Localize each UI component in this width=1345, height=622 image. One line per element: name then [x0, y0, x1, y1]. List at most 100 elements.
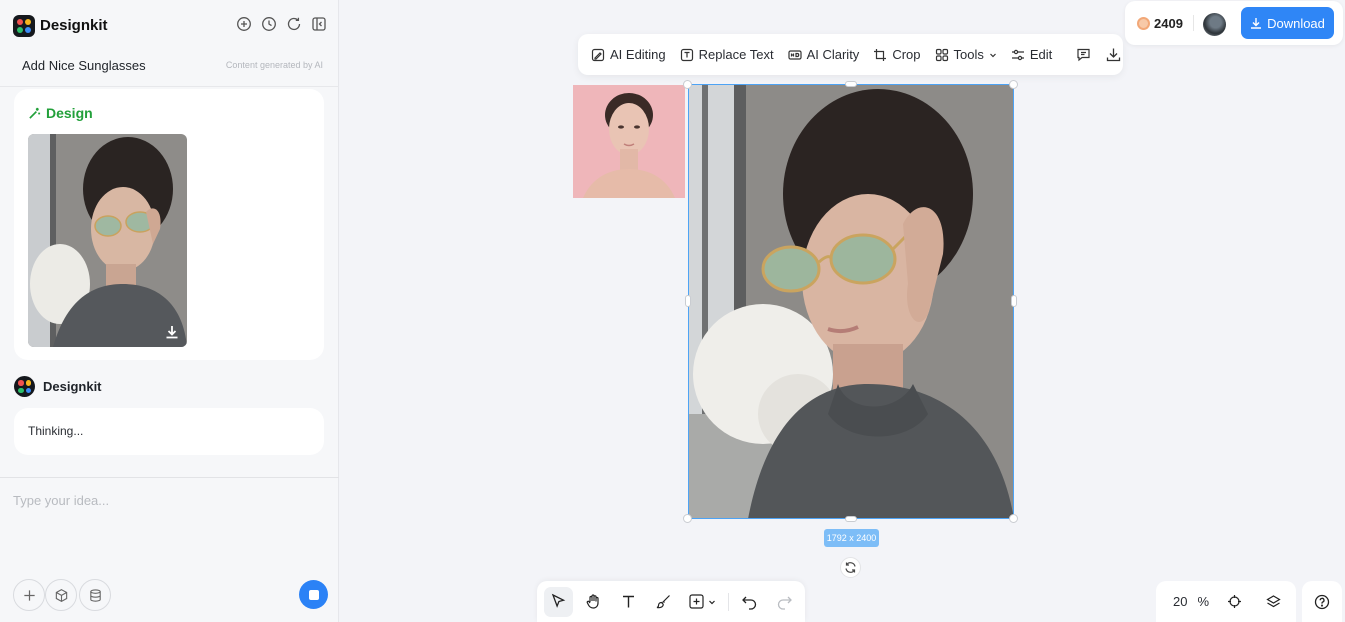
credits-display[interactable]: 2409 [1137, 16, 1183, 31]
resize-handle-top[interactable] [845, 81, 857, 87]
design-header: Design [28, 105, 93, 121]
add-icon [23, 589, 35, 601]
designkit-logo [13, 15, 35, 37]
download-button[interactable]: Download [1241, 7, 1334, 39]
brush-icon [656, 595, 670, 609]
refresh-icon[interactable] [286, 16, 302, 32]
crop-icon [874, 48, 887, 61]
brush-tool[interactable] [649, 587, 678, 617]
tb-label: Tools [953, 47, 984, 62]
idea-input[interactable] [13, 490, 323, 510]
grid-icon [935, 48, 948, 61]
text-tool[interactable] [614, 587, 643, 617]
download-thumbnail-icon[interactable] [163, 323, 181, 341]
add-circle-icon[interactable] [236, 16, 252, 32]
chevron-down-icon [708, 600, 715, 604]
hd-icon [787, 49, 802, 60]
edit-button[interactable]: Edit [1011, 47, 1052, 62]
add-shape-dropdown[interactable] [684, 587, 721, 617]
ai-editing-button[interactable]: AI Editing [591, 47, 666, 62]
resize-handle-top-left[interactable] [683, 80, 692, 89]
chat-panel: Designkit Add Nice Sunglasses Content ge… [0, 0, 339, 622]
hand-icon [586, 594, 599, 609]
add-attachment-button[interactable] [13, 579, 45, 611]
collapse-panel-icon[interactable] [311, 16, 327, 32]
account-bar: 2409 Download [1125, 1, 1343, 45]
design-thumbnail[interactable] [28, 134, 187, 347]
add-shape-icon [689, 594, 704, 609]
download-label: Download [1267, 15, 1325, 31]
resize-handle-left[interactable] [685, 295, 691, 307]
rotate-icon [845, 562, 856, 573]
layers-button[interactable] [1265, 593, 1282, 610]
comment-icon [1077, 48, 1090, 62]
resize-handle-right[interactable] [1011, 295, 1017, 307]
history-icon[interactable] [261, 16, 277, 32]
agent-avatar [14, 376, 35, 397]
redo-button[interactable] [770, 587, 799, 617]
zoom-value[interactable]: 20 [1173, 594, 1187, 609]
model-button[interactable] [45, 579, 77, 611]
panel-header: Designkit [0, 0, 339, 52]
sliders-icon [1011, 49, 1024, 60]
ai-edit-icon [591, 48, 605, 61]
resize-handle-bottom-right[interactable] [1009, 514, 1018, 523]
assets-button[interactable] [79, 579, 111, 611]
user-avatar[interactable] [1203, 13, 1226, 36]
agent-status-message: Thinking... [14, 408, 324, 455]
tb-label: Replace Text [698, 47, 774, 62]
zoom-unit: % [1197, 594, 1210, 609]
resize-handle-top-right[interactable] [1009, 80, 1018, 89]
ai-generated-note: Content generated by AI [225, 60, 323, 70]
zoom-control: 20 % [1156, 581, 1296, 622]
tb-label: Crop [892, 47, 921, 62]
chevron-down-icon [989, 53, 996, 57]
undo-icon [742, 596, 757, 610]
tools-dropdown[interactable]: Tools [935, 47, 997, 62]
download-image-button[interactable] [1106, 47, 1121, 63]
canvas-tools [537, 581, 805, 622]
generated-image[interactable] [688, 84, 1014, 519]
credits-count: 2409 [1154, 16, 1183, 31]
undo-button[interactable] [735, 587, 764, 617]
brand-name: Designkit [40, 17, 108, 34]
text-icon [622, 595, 634, 608]
divider [0, 477, 339, 478]
chat-title: Add Nice Sunglasses [22, 58, 146, 73]
divider [1193, 15, 1194, 31]
credits-coin-icon [1137, 17, 1150, 30]
tb-label: AI Clarity [806, 47, 860, 62]
tb-label: AI Editing [610, 47, 666, 62]
source-image[interactable] [573, 85, 685, 198]
image-toolbar: AI Editing Replace Text AI Clarity Crop … [578, 34, 1123, 75]
stop-icon [308, 589, 319, 600]
replace-text-icon [680, 48, 693, 61]
crop-button[interactable]: Crop [873, 47, 921, 62]
resize-handle-bottom-left[interactable] [683, 514, 692, 523]
tb-label: Edit [1029, 47, 1053, 62]
redo-icon [777, 596, 792, 610]
layers-icon [1266, 595, 1281, 608]
cube-icon [55, 588, 67, 602]
design-label: Design [46, 105, 93, 121]
agent-row: Designkit [14, 376, 102, 397]
replace-text-button[interactable]: Replace Text [680, 47, 774, 62]
help-icon [1314, 594, 1330, 609]
rotate-button[interactable] [840, 557, 861, 578]
help-button[interactable] [1302, 581, 1342, 622]
hand-tool[interactable] [579, 587, 608, 617]
ai-clarity-button[interactable]: AI Clarity [787, 47, 860, 62]
divider [728, 592, 730, 611]
download-icon [1107, 48, 1121, 62]
fit-to-screen-button[interactable] [1226, 593, 1243, 610]
crosshair-icon [1228, 595, 1241, 608]
resize-handle-bottom[interactable] [845, 516, 857, 522]
image-dimensions-badge: 1792 x 2400 [824, 529, 879, 547]
comment-button[interactable] [1076, 47, 1091, 63]
divider [0, 86, 339, 87]
select-icon [551, 593, 566, 608]
stop-generation-button[interactable] [299, 580, 328, 609]
design-wand-icon [29, 107, 41, 119]
select-tool[interactable] [544, 586, 573, 617]
agent-name: Designkit [43, 379, 102, 394]
